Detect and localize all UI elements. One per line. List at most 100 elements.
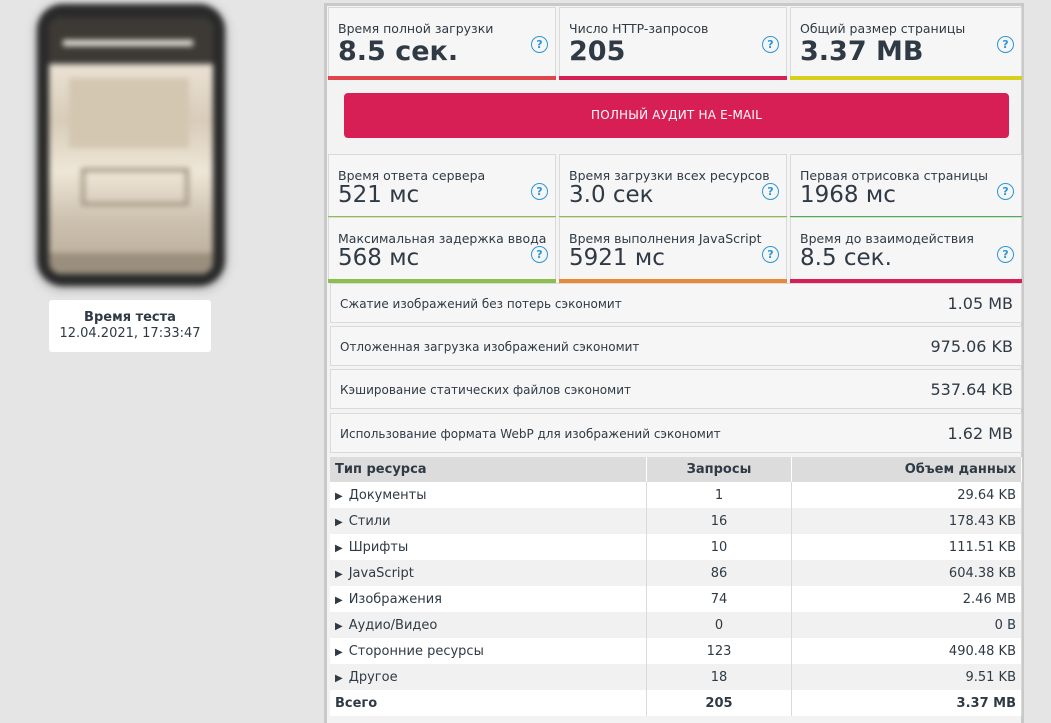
metric-label: Время полной загрузки bbox=[338, 21, 494, 36]
savings-value: 1.05 MB bbox=[947, 294, 1014, 313]
test-time-card: Время теста 12.04.2021, 17:33:47 bbox=[49, 300, 211, 352]
size-cell: 9.51 KB bbox=[791, 664, 1022, 690]
savings-label: Отложенная загрузка изображений сэкономи… bbox=[340, 340, 640, 354]
full-audit-email-button[interactable]: ПОЛНЫЙ АУДИТ НА E-MAIL bbox=[344, 93, 1009, 138]
size-cell: 604.38 KB bbox=[791, 560, 1022, 586]
metric-label: Время загрузки всех ресурсов bbox=[569, 168, 770, 183]
metric-server-response: Время ответа сервера 521 мс ? bbox=[328, 154, 556, 220]
help-icon[interactable]: ? bbox=[997, 183, 1014, 200]
resource-type: JavaScript bbox=[348, 565, 414, 581]
savings-row-lazy-loading: Отложенная загрузка изображений сэкономи… bbox=[330, 326, 1022, 366]
metric-first-paint: Первая отрисовка страницы 1968 мс ? bbox=[790, 154, 1022, 220]
requests-cell: 16 bbox=[646, 508, 792, 534]
metric-max-input-delay: Максимальная задержка ввода 568 мс ? bbox=[328, 217, 556, 283]
resource-type-cell: ▶ Стили bbox=[330, 508, 647, 534]
savings-row-static-caching: Кэширование статических файлов сэкономит… bbox=[330, 369, 1022, 409]
table-row[interactable]: ▶ Сторонние ресурсы 123 490.48 KB bbox=[330, 638, 1022, 664]
resource-type-cell: ▶ Шрифты bbox=[330, 534, 647, 560]
help-icon[interactable]: ? bbox=[531, 36, 548, 53]
resource-type-cell: ▶ Другое bbox=[330, 664, 647, 690]
metric-full-load-time: Время полной загрузки 8.5 сек. ? bbox=[328, 7, 556, 80]
resource-type: Изображения bbox=[348, 591, 443, 607]
expand-arrow-icon[interactable]: ▶ bbox=[335, 673, 343, 684]
metric-label: Число HTTP-запросов bbox=[569, 21, 709, 36]
test-time-value: 12.04.2021, 17:33:47 bbox=[59, 326, 201, 341]
resource-type-cell: ▶ Изображения bbox=[330, 586, 647, 612]
metric-value: 1968 мс bbox=[800, 182, 896, 208]
requests-cell: 1 bbox=[646, 482, 792, 508]
help-icon[interactable]: ? bbox=[997, 36, 1014, 53]
expand-arrow-icon[interactable]: ▶ bbox=[335, 517, 343, 528]
expand-arrow-icon[interactable]: ▶ bbox=[335, 621, 343, 632]
resource-type: Аудио/Видео bbox=[348, 617, 438, 633]
column-header-requests[interactable]: Запросы bbox=[646, 457, 792, 482]
metric-value: 3.37 MB bbox=[800, 36, 924, 67]
table-row[interactable]: ▶ Аудио/Видео 0 0 B bbox=[330, 612, 1022, 638]
help-icon[interactable]: ? bbox=[762, 246, 779, 263]
resource-type-cell: ▶ Документы bbox=[330, 482, 647, 508]
metric-status-bar bbox=[328, 76, 556, 80]
resource-type: Стили bbox=[348, 513, 391, 529]
metric-status-bar bbox=[559, 76, 787, 80]
expand-arrow-icon[interactable]: ▶ bbox=[335, 595, 343, 606]
help-icon[interactable]: ? bbox=[531, 246, 548, 263]
table-row[interactable]: ▶ Стили 16 178.43 KB bbox=[330, 508, 1022, 534]
resource-type: Сторонние ресурсы bbox=[348, 643, 484, 659]
resources-table: Тип ресурса Запросы Объем данных ▶ Докуме… bbox=[330, 457, 1022, 716]
metric-all-resources-load: Время загрузки всех ресурсов 3.0 сек ? bbox=[559, 154, 787, 220]
resource-type: Документы bbox=[348, 487, 427, 503]
requests-cell: 10 bbox=[646, 534, 792, 560]
column-header-size[interactable]: Объем данных bbox=[791, 457, 1022, 482]
savings-label: Кэширование статических файлов сэкономит bbox=[340, 383, 631, 397]
total-label: Всего bbox=[330, 690, 647, 716]
metric-value: 205 bbox=[569, 36, 626, 67]
help-icon[interactable]: ? bbox=[762, 36, 779, 53]
expand-arrow-icon[interactable]: ▶ bbox=[335, 491, 343, 502]
requests-cell: 0 bbox=[646, 612, 792, 638]
phone-screen bbox=[49, 18, 213, 274]
metric-value: 568 мс bbox=[338, 245, 420, 271]
metric-http-requests: Число HTTP-запросов 205 ? bbox=[559, 7, 787, 80]
resource-type: Другое bbox=[348, 669, 398, 685]
savings-label: Использование формата WebP для изображен… bbox=[340, 427, 721, 441]
size-cell: 178.43 KB bbox=[791, 508, 1022, 534]
table-row[interactable]: ▶ Шрифты 10 111.51 KB bbox=[330, 534, 1022, 560]
requests-cell: 74 bbox=[646, 586, 792, 612]
resource-type: Шрифты bbox=[348, 539, 409, 555]
total-size: 3.37 MB bbox=[791, 690, 1022, 716]
table-row[interactable]: ▶ Другое 18 9.51 KB bbox=[330, 664, 1022, 690]
metric-status-bar bbox=[790, 76, 1022, 80]
column-header-type[interactable]: Тип ресурса bbox=[330, 457, 647, 482]
resource-type-cell: ▶ Аудио/Видео bbox=[330, 612, 647, 638]
results-panel: Время полной загрузки 8.5 сек. ? Число H… bbox=[324, 3, 1024, 723]
expand-arrow-icon[interactable]: ▶ bbox=[335, 647, 343, 658]
metric-page-size: Общий размер страницы 3.37 MB ? bbox=[790, 7, 1022, 80]
help-icon[interactable]: ? bbox=[531, 183, 548, 200]
size-cell: 29.64 KB bbox=[791, 482, 1022, 508]
metric-label: Общий размер страницы bbox=[800, 21, 966, 36]
table-row[interactable]: ▶ JavaScript 86 604.38 KB bbox=[330, 560, 1022, 586]
metric-value: 8.5 сек. bbox=[800, 245, 892, 271]
size-cell: 2.46 MB bbox=[791, 586, 1022, 612]
metric-js-execution: Время выполнения JavaScript 5921 мс ? bbox=[559, 217, 787, 283]
total-requests: 205 bbox=[646, 690, 792, 716]
help-icon[interactable]: ? bbox=[997, 246, 1014, 263]
site-preview-thumbnail bbox=[37, 4, 225, 286]
table-header-row: Тип ресурса Запросы Объем данных bbox=[330, 457, 1022, 482]
requests-cell: 18 bbox=[646, 664, 792, 690]
size-cell: 490.48 KB bbox=[791, 638, 1022, 664]
metric-value: 3.0 сек bbox=[569, 182, 654, 208]
metric-value: 8.5 сек. bbox=[338, 36, 459, 67]
expand-arrow-icon[interactable]: ▶ bbox=[335, 543, 343, 554]
metric-label: Время ответа сервера bbox=[338, 168, 486, 183]
metric-label: Максимальная задержка ввода bbox=[338, 231, 547, 246]
help-icon[interactable]: ? bbox=[762, 183, 779, 200]
savings-label: Сжатие изображений без потерь сэкономит bbox=[340, 297, 622, 311]
expand-arrow-icon[interactable]: ▶ bbox=[335, 569, 343, 580]
resource-type-cell: ▶ JavaScript bbox=[330, 560, 647, 586]
table-row[interactable]: ▶ Документы 1 29.64 KB bbox=[330, 482, 1022, 508]
metric-label: Первая отрисовка страницы bbox=[800, 168, 989, 183]
savings-value: 1.62 MB bbox=[947, 424, 1014, 443]
table-row[interactable]: ▶ Изображения 74 2.46 MB bbox=[330, 586, 1022, 612]
size-cell: 111.51 KB bbox=[791, 534, 1022, 560]
